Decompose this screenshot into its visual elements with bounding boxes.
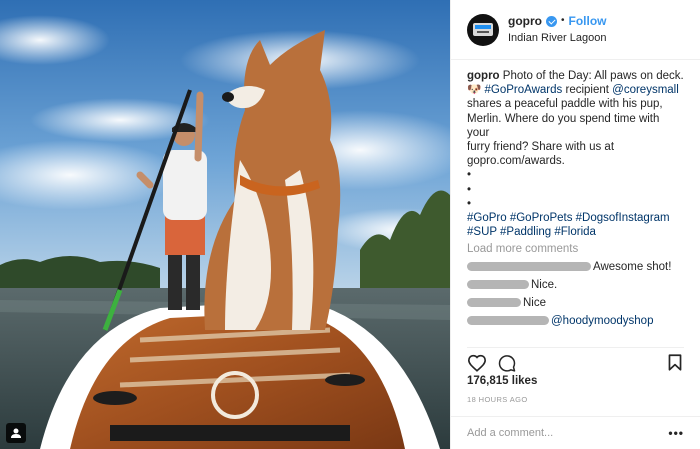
comment-bubble-icon bbox=[498, 355, 516, 372]
redacted-username bbox=[467, 298, 521, 308]
caption-text: gopro.com/awards. bbox=[467, 155, 565, 168]
comment-item: Awesome shot! bbox=[467, 258, 684, 275]
caption-text: Merlin. Where do you spend time with you… bbox=[467, 112, 660, 139]
location-link[interactable]: Indian River Lagoon bbox=[508, 32, 607, 45]
more-options-button[interactable]: ••• bbox=[668, 426, 684, 440]
likes-count[interactable]: 176,815 likes bbox=[467, 375, 537, 387]
post-header: gopro • Follow Indian River Lagoon bbox=[451, 0, 700, 60]
redacted-username bbox=[467, 280, 529, 290]
gopro-logo-icon bbox=[473, 23, 493, 36]
redacted-username bbox=[467, 262, 591, 272]
follow-button[interactable]: Follow bbox=[569, 14, 607, 28]
comment-text: Nice. bbox=[531, 278, 558, 291]
username-link[interactable]: gopro bbox=[508, 14, 542, 28]
hashtag-link[interactable]: #GoProAwards bbox=[485, 84, 563, 96]
comment-text: Nice bbox=[523, 296, 547, 309]
bookmark-icon bbox=[668, 354, 682, 371]
mention-link[interactable]: @coreysmall bbox=[612, 84, 679, 96]
heart-icon bbox=[467, 354, 487, 372]
action-bar bbox=[467, 347, 684, 373]
header-text: gopro • Follow Indian River Lagoon bbox=[508, 14, 607, 45]
comment-item: Nice. bbox=[467, 276, 684, 293]
hashtag-link[interactable]: #SUP #Paddling #Florida bbox=[467, 225, 684, 239]
comment-item: @hoodymoodyshop bbox=[467, 312, 684, 329]
add-comment-bar: ••• bbox=[451, 416, 700, 449]
post-timestamp: 18 HOURS AGO bbox=[467, 395, 528, 404]
caption-username[interactable]: gopro bbox=[467, 70, 500, 82]
caption-text: recipient bbox=[562, 84, 613, 97]
post-image bbox=[0, 0, 450, 449]
caption-bullet: • bbox=[467, 197, 472, 210]
add-comment-input[interactable] bbox=[467, 427, 669, 439]
person-tag-icon bbox=[11, 428, 21, 438]
hashtag-link[interactable]: #GoPro #GoProPets #DogsofInstagram bbox=[467, 211, 684, 225]
redacted-username bbox=[467, 316, 549, 326]
comment-item: Nice bbox=[467, 294, 684, 311]
save-button[interactable] bbox=[668, 354, 682, 376]
verified-badge-icon bbox=[546, 15, 557, 27]
comments-list: gopro Photo of the Day: All paws on deck… bbox=[451, 60, 700, 330]
caption: gopro Photo of the Day: All paws on deck… bbox=[467, 69, 684, 239]
caption-bullet: • bbox=[467, 169, 472, 182]
caption-text: Photo of the Day: All paws on deck. bbox=[502, 70, 684, 82]
user-tag-button[interactable] bbox=[6, 423, 26, 443]
caption-bullet: • bbox=[467, 183, 472, 196]
avatar[interactable] bbox=[467, 13, 499, 46]
post-sidebar: gopro • Follow Indian River Lagoon gopro… bbox=[450, 0, 700, 449]
load-more-comments-link[interactable]: Load more comments bbox=[467, 242, 684, 257]
caption-text: shares a peaceful paddle with his pup, bbox=[467, 98, 663, 111]
comment-text: Awesome shot! bbox=[593, 260, 672, 273]
comment-button[interactable] bbox=[498, 354, 516, 377]
mention-link[interactable]: @hoodymoodyshop bbox=[551, 315, 653, 327]
like-button[interactable] bbox=[467, 354, 487, 377]
caption-text: furry friend? Share with us at bbox=[467, 141, 615, 154]
post-photo[interactable] bbox=[0, 0, 450, 449]
separator-dot: • bbox=[561, 15, 565, 27]
caption-emoji: 🐶 bbox=[467, 84, 485, 97]
